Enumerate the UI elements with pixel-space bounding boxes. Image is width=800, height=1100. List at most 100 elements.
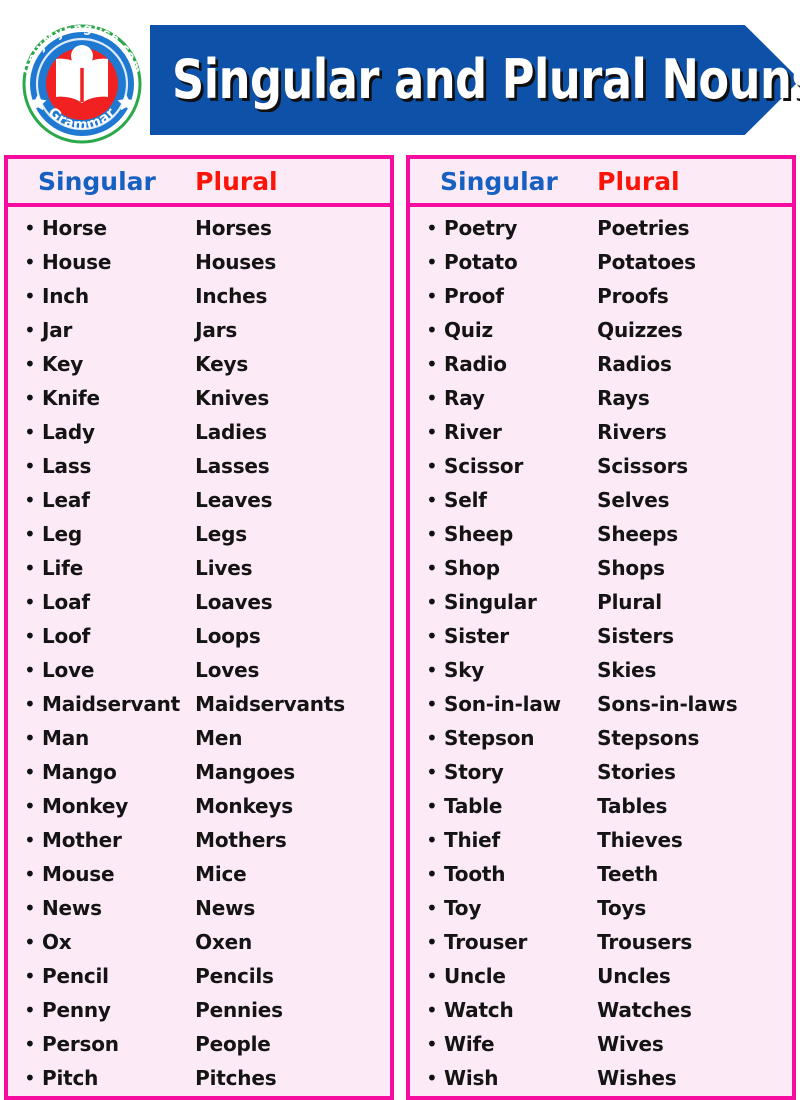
cell-plural: Pitches — [195, 1066, 390, 1090]
plural-word: Pitches — [195, 1066, 277, 1090]
bullet-icon: • — [426, 726, 438, 750]
plural-word: Watches — [597, 998, 692, 1022]
bullet-icon: • — [426, 930, 438, 954]
cell-plural: Uncles — [597, 964, 792, 988]
column-header-plural: Plural — [597, 166, 680, 196]
singular-word: Loaf — [42, 590, 90, 614]
cell-plural: Ladies — [195, 420, 390, 444]
bullet-icon: • — [426, 250, 438, 274]
table-row: • Self Selves — [410, 483, 792, 517]
cell-singular: • Pencil — [8, 964, 195, 988]
noun-table-right: Singular Plural • Poetry Poetries • Potato Po… — [406, 155, 796, 1100]
cell-singular: • Self — [410, 488, 597, 512]
table-row: • Wish Wishes — [410, 1061, 792, 1095]
plural-word: Pennies — [195, 998, 283, 1022]
singular-word: Leaf — [42, 488, 90, 512]
singular-word: Pitch — [42, 1066, 99, 1090]
bullet-icon: • — [426, 284, 438, 308]
cell-plural: Stories — [597, 760, 792, 784]
plural-word: Inches — [195, 284, 268, 308]
cell-plural: Poetries — [597, 216, 792, 240]
singular-word: Potato — [444, 250, 518, 274]
plural-word: Pencils — [195, 964, 274, 988]
singular-word: Wife — [444, 1032, 495, 1056]
table-row: • Leg Legs — [8, 517, 390, 551]
site-logo[interactable]: OnlyMyEnglish.com Grammar — [12, 18, 152, 146]
cell-plural: Horses — [195, 216, 390, 240]
cell-singular: • Inch — [8, 284, 195, 308]
plural-word: Oxen — [195, 930, 253, 954]
table-row: • Ray Rays — [410, 381, 792, 415]
bullet-icon: • — [426, 488, 438, 512]
plural-word: Monkeys — [195, 794, 293, 818]
title-banner: Singular and Plural Nouns — [150, 25, 800, 135]
cell-plural: Radios — [597, 352, 792, 376]
table-row: • Inch Inches — [8, 279, 390, 313]
bullet-icon: • — [426, 352, 438, 376]
table-header-row: Singular Plural — [410, 159, 792, 207]
bullet-icon: • — [24, 658, 36, 682]
plural-word: Skies — [597, 658, 657, 682]
table-body-left: • Horse Horses • House Houses • Inch Inches • Jar J… — [8, 207, 390, 1096]
bullet-icon: • — [24, 964, 36, 988]
cell-plural: Men — [195, 726, 390, 750]
table-row: • Mother Mothers — [8, 823, 390, 857]
table-row: • Pencil Pencils — [8, 959, 390, 993]
plural-word: Jars — [195, 318, 238, 342]
cell-singular: • Son-in-law — [410, 692, 597, 716]
cell-singular: • Uncle — [410, 964, 597, 988]
singular-word: Scissor — [444, 454, 524, 478]
table-header-row: Singular Plural — [8, 159, 390, 207]
singular-word: Maidservant — [42, 692, 181, 716]
cell-singular: • Life — [8, 556, 195, 580]
plural-word: Houses — [195, 250, 277, 274]
cell-plural: Loops — [195, 624, 390, 648]
bullet-icon: • — [24, 794, 36, 818]
singular-word: House — [42, 250, 112, 274]
bullet-icon: • — [24, 488, 36, 512]
plural-word: Tables — [597, 794, 668, 818]
table-row: • Ox Oxen — [8, 925, 390, 959]
bullet-icon: • — [24, 352, 36, 376]
bullet-icon: • — [24, 760, 36, 784]
plural-word: Maidservants — [195, 692, 345, 716]
table-row: • Sheep Sheeps — [410, 517, 792, 551]
plural-word: Leaves — [195, 488, 273, 512]
bullet-icon: • — [24, 862, 36, 886]
plural-word: Thieves — [597, 828, 683, 852]
cell-singular: • Radio — [410, 352, 597, 376]
singular-word: Pencil — [42, 964, 109, 988]
cell-singular: • Thief — [410, 828, 597, 852]
cell-plural: Shops — [597, 556, 792, 580]
bullet-icon: • — [24, 726, 36, 750]
bullet-icon: • — [426, 556, 438, 580]
plural-word: Plural — [597, 590, 662, 614]
cell-plural: Loves — [195, 658, 390, 682]
singular-word: Singular — [444, 590, 537, 614]
cell-plural: Knives — [195, 386, 390, 410]
cell-plural: Skies — [597, 658, 792, 682]
bullet-icon: • — [24, 420, 36, 444]
cell-singular: • Man — [8, 726, 195, 750]
table-row: • Toy Toys — [410, 891, 792, 925]
table-row: • Potato Potatoes — [410, 245, 792, 279]
bullet-icon: • — [24, 590, 36, 614]
table-row: • Pitch Pitches — [8, 1061, 390, 1095]
cell-plural: Loaves — [195, 590, 390, 614]
plural-word: Scissors — [597, 454, 689, 478]
page-header: Singular and Plural Nouns OnlyMyEnglish.… — [0, 0, 800, 150]
table-row: • News News — [8, 891, 390, 925]
cell-singular: • Stepson — [410, 726, 597, 750]
table-row: • Lady Ladies — [8, 415, 390, 449]
singular-word: Mango — [42, 760, 117, 784]
table-row: • Sister Sisters — [410, 619, 792, 653]
singular-word: Mouse — [42, 862, 115, 886]
cell-singular: • Toy — [410, 896, 597, 920]
bullet-icon: • — [426, 964, 438, 988]
plural-word: Toys — [597, 896, 647, 920]
cell-plural: Pennies — [195, 998, 390, 1022]
cell-plural: Keys — [195, 352, 390, 376]
bullet-icon: • — [24, 284, 36, 308]
bullet-icon: • — [426, 216, 438, 240]
cell-plural: Selves — [597, 488, 792, 512]
